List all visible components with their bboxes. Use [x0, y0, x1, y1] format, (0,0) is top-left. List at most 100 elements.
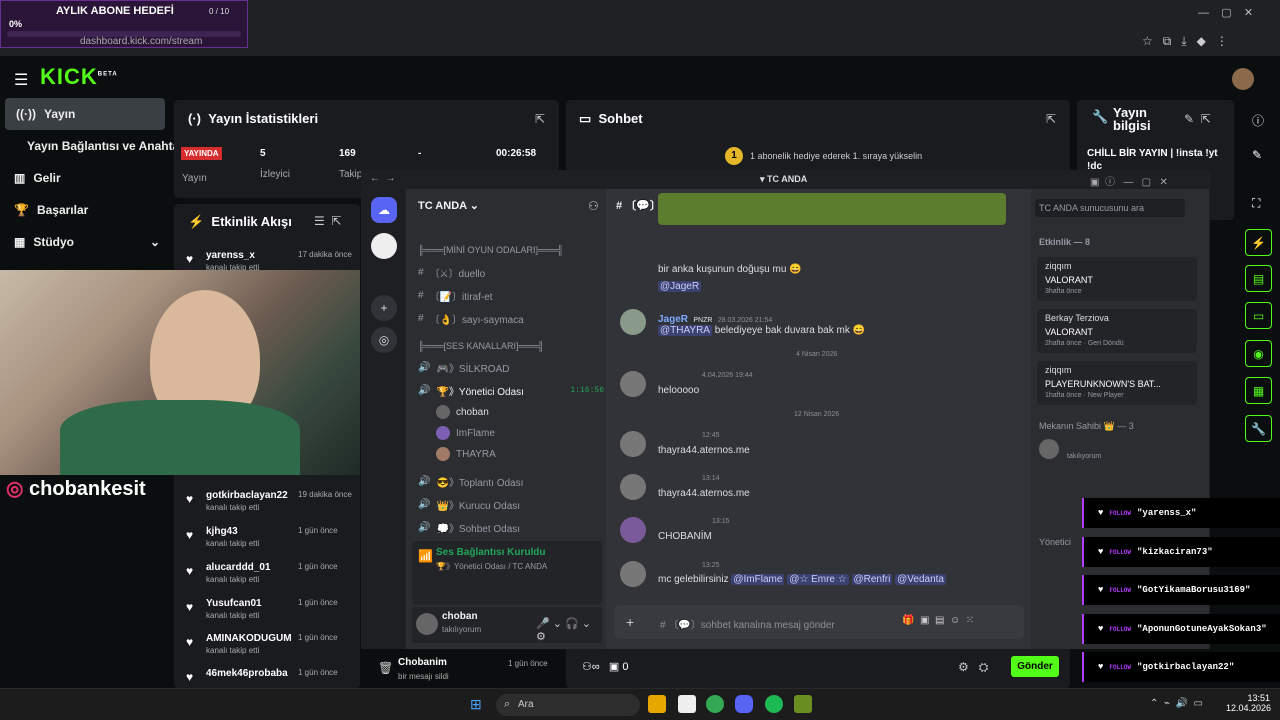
user-panel: choban takılıyorum 🎤 ⌄ 🎧 ⌄ ⚙ [412, 607, 602, 643]
voice-channel[interactable]: 🔊 💭》Sohbet Odası [418, 520, 520, 535]
add-server-icon[interactable]: + [371, 295, 397, 321]
fullscreen-icon[interactable]: ⛶ [1252, 196, 1260, 211]
server-search[interactable]: TC ANDA sunucusunu ara [1035, 199, 1185, 217]
voice-user[interactable]: THAYRA [436, 447, 496, 461]
avatar[interactable] [620, 371, 646, 397]
avatar[interactable] [620, 431, 646, 457]
discord-icon[interactable] [735, 695, 753, 713]
back-arrow-icon[interactable]: ← → [370, 173, 396, 184]
chat-area: # 〔💬〕sohbet bir anka kuşunun doğuşu mu 😄… [606, 189, 1031, 649]
layout-icon[interactable]: ▦ [1245, 377, 1272, 404]
window-controls[interactable]: — ▢ ✕ [1198, 6, 1253, 19]
gift-rank-badge: 1 [725, 147, 743, 165]
heart-icon: ♥ [1098, 508, 1104, 518]
avatar [416, 613, 438, 635]
avatar[interactable] [1039, 439, 1059, 459]
window-controls[interactable]: ▣ ⓘ — ▢ ✕ [1090, 173, 1168, 188]
channel-duello[interactable]: # 〔⚔〕duello [418, 265, 485, 280]
voice-channel[interactable]: 🔊 😎》Toplantı Odası [418, 474, 523, 489]
wrench-icon[interactable]: 🔧 [1245, 415, 1272, 442]
start-icon[interactable]: ⊞ [470, 696, 482, 713]
date-divider: 12 Nisan 2026 [794, 411, 840, 418]
discord-titlebar: ← → ▾ TC ANDA ▣ ⓘ — ▢ ✕ [362, 171, 1211, 189]
voice-channel[interactable]: 🔊 👑》Kurucu Odası [418, 497, 520, 512]
game-image [658, 193, 1006, 225]
chat-icon[interactable]: ▭ [1245, 302, 1272, 329]
activity-card[interactable]: ziqqım PLAYERUNKNOWN'S BAT... 1hafta önce … [1037, 361, 1197, 405]
bolt-icon[interactable]: ⚡ [1245, 229, 1272, 256]
activity-card[interactable]: ziqqım VALORANT 3hafta önce [1037, 257, 1197, 301]
sidebar-item-gelir[interactable]: ▥ Gelir [14, 171, 61, 185]
channel-category[interactable]: ╠═══[MİNİ OYUN ODALARI]═══╣ [418, 245, 564, 255]
avatar[interactable] [620, 309, 646, 335]
message-composer[interactable]: + # 〔💬〕sohbet kanalına mesaj gönder 🎁 ▣ … [614, 605, 1024, 639]
file-icon[interactable] [678, 695, 696, 713]
date-divider: 4 Nisan 2026 [796, 351, 838, 358]
channel-itiraf[interactable]: # 〔📝〕itiraf-et [418, 288, 493, 303]
doc-icon[interactable]: ▤ [1245, 265, 1272, 292]
message-header: JageR PNZR 28.03.2026 21:54 [658, 314, 773, 325]
minecraft-icon[interactable] [794, 695, 812, 713]
sidebar-item-yayin[interactable]: ((·)) Yayın [16, 107, 75, 121]
explore-icon[interactable]: ◎ [371, 327, 397, 353]
points-indicator[interactable]: ⚇∞ ▣ 0 [582, 660, 628, 673]
follower-count: 169 [339, 148, 356, 159]
sidebar-item-stream-key[interactable]: Yayın Bağlantısı ve Anahtarı [27, 139, 187, 153]
voice-user[interactable]: ImFlame [436, 426, 495, 440]
settings-icon[interactable]: ⚙ ⛭ [958, 660, 988, 675]
shirt-shape [60, 400, 300, 475]
address-bar[interactable]: dashboard.kick.com/stream [80, 36, 202, 47]
tray-icons[interactable]: ⌃ ⌁ 🔊 ▭ [1150, 698, 1203, 709]
voice-channel-active[interactable]: 🔊 🏆》Yönetici Odası 1:16:56 [418, 383, 604, 398]
voice-user[interactable]: choban [436, 405, 489, 419]
grid-icon: ▦ [14, 235, 26, 249]
taskbar [0, 688, 1280, 720]
chrome-icon[interactable] [706, 695, 724, 713]
activity-title: ⚡ Etkinlik Akışı [188, 214, 292, 229]
heart-icon: ♥ [186, 670, 194, 684]
pencil-icon[interactable]: ✎ [1252, 148, 1262, 162]
sidebar-item-studyo[interactable]: ▦ Stüdyo ⌄ [14, 235, 160, 249]
webcam-feed [0, 270, 360, 475]
hamburger-icon[interactable]: ☰ [14, 70, 28, 90]
speaker-icon: 🔊 [418, 362, 431, 373]
edit-icon[interactable]: ✎ ⇱ [1184, 112, 1211, 126]
channel-category[interactable]: ╠═══[SES KANALLARI]═══╣ [418, 341, 544, 351]
broadcast-icon[interactable]: ◉ [1245, 340, 1272, 367]
toolbar-icons[interactable]: ☆ ⧉ ⤓ ◆ ⋮ [1142, 34, 1228, 49]
follower-label: Takip [339, 169, 363, 180]
send-button[interactable]: Gönder [1011, 656, 1059, 677]
live-label: Yayın [182, 173, 207, 184]
avatar[interactable] [620, 474, 646, 500]
uptime: 00:26:58 [496, 148, 537, 159]
sidebar-item-basarilar[interactable]: 🏆 Başarılar [14, 203, 88, 217]
info-icon[interactable]: ⓘ [1252, 112, 1264, 129]
expand-icon[interactable]: ⇱ [535, 112, 545, 126]
goal-percent: 0% [9, 19, 23, 29]
follow-alert: ♥ FOLLOW "kizkaciran73" [1082, 537, 1280, 567]
folder-icon[interactable] [648, 695, 666, 713]
taskbar-search[interactable]: ⌕ Ara [496, 694, 640, 716]
avatar [436, 447, 450, 461]
activity-card[interactable]: Berkay Terziova VALORANT 2hafta önce · Ger… [1037, 309, 1197, 353]
signal-icon: 📶 [418, 549, 433, 563]
heart-icon: ♥ [1098, 662, 1104, 672]
viewer-label: İzleyici [260, 169, 291, 180]
filter-icon[interactable]: ☰ ⇱ [314, 214, 341, 228]
avatar[interactable] [620, 561, 646, 587]
server-icon[interactable] [371, 233, 397, 259]
discord-window-title: ▾ TC ANDA [760, 174, 808, 184]
kick-logo[interactable]: KICKBETA [40, 64, 118, 90]
add-member-icon[interactable]: ⚇ [588, 199, 599, 213]
voice-channel[interactable]: 🔊 🎮》SİLKROAD [418, 360, 509, 375]
avatar[interactable] [1232, 68, 1254, 90]
discord-home-icon[interactable]: ☁ [371, 197, 397, 223]
spotify-icon[interactable] [765, 695, 783, 713]
expand-icon[interactable]: ⇱ [1046, 112, 1056, 126]
avatar[interactable] [620, 517, 646, 543]
activity-header: Etkinlik — 8 [1039, 237, 1091, 247]
server-name[interactable]: TC ANDA ⌄ [418, 199, 479, 212]
mic-icon[interactable]: 🎤 ⌄ 🎧 ⌄ ⚙ [536, 617, 602, 643]
channel-sayi[interactable]: # 〔👌〕sayı-saymaca [418, 311, 524, 326]
viewer-count: 5 [260, 148, 266, 159]
